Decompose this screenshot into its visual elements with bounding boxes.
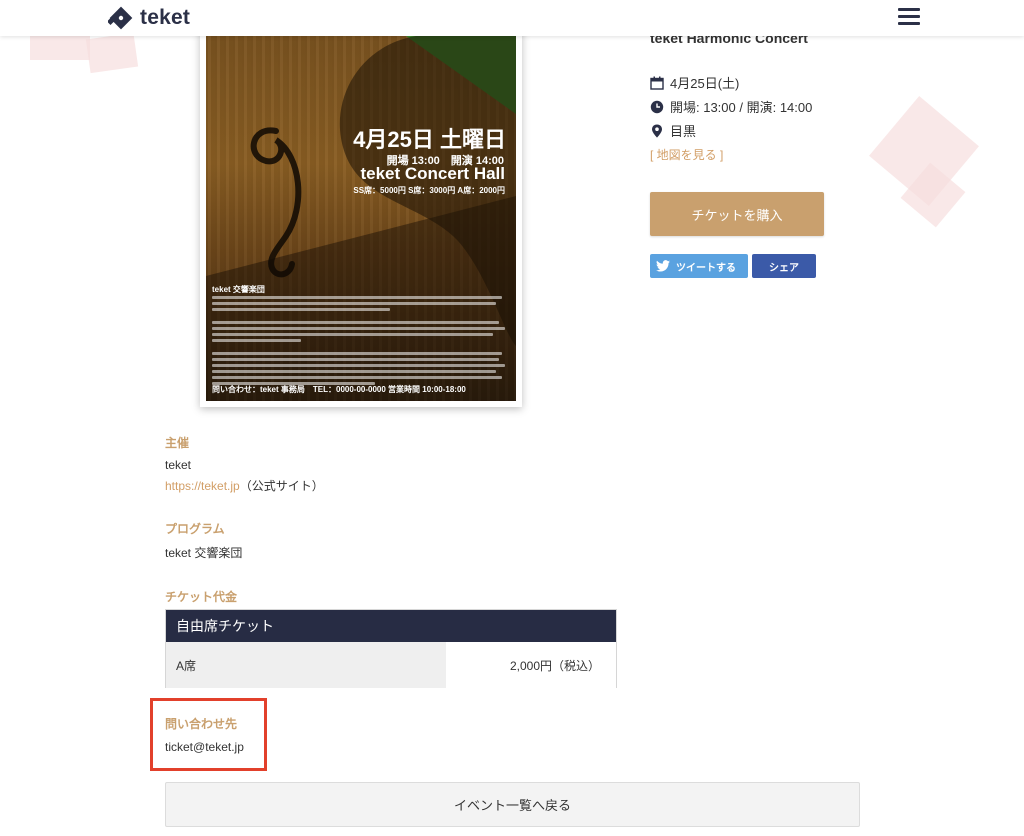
ticket-logo-icon: [106, 5, 134, 31]
event-poster: 4月25日 土曜日 開場 13:00 開演 14:00 teket Concer…: [206, 36, 516, 401]
event-date: 4月25日(土): [670, 76, 740, 91]
site-header: teket: [0, 0, 1024, 36]
calendar-icon: [650, 76, 664, 90]
poster-contact: 問い合わせ：teket 事務局 TEL：0000-00-0000 営業時間 10…: [212, 385, 466, 394]
ticket-seat: A席: [166, 642, 446, 688]
poster-organizer: teket 交響楽団: [212, 285, 265, 294]
event-venue: 目黒: [670, 124, 697, 139]
buy-ticket-button[interactable]: チケットを購入: [650, 192, 824, 236]
site-logo[interactable]: teket: [106, 3, 191, 33]
organizer-url-note: （公式サイト）: [239, 479, 324, 493]
ticket-price: 2,000円（税込）: [446, 642, 616, 688]
poster-date: 4月25日 土曜日: [353, 127, 506, 152]
logo-text: teket: [140, 6, 191, 29]
event-venue-row: 目黒: [650, 121, 696, 140]
organizer-name: teket: [165, 458, 192, 472]
ticket-table: 自由席チケット A席 2,000円（税込）: [165, 609, 617, 688]
hamburger-icon: [898, 8, 920, 11]
program-text: teket 交響楽団: [165, 546, 243, 560]
organizer-url-row: https://teket.jp（公式サイト）: [165, 477, 324, 494]
program-heading: プログラム: [165, 522, 225, 536]
view-map-link[interactable]: [ 地図を見る ]: [650, 146, 723, 163]
table-row: A席 2,000円（税込）: [166, 642, 616, 688]
event-poster-frame: 4月25日 土曜日 開場 13:00 開演 14:00 teket Concer…: [200, 20, 522, 407]
poster-hall: teket Concert Hall: [360, 164, 505, 183]
back-to-events-button[interactable]: イベント一覧へ戻る: [165, 782, 860, 827]
clock-icon: [650, 100, 664, 113]
twitter-bird-icon: [656, 260, 670, 272]
hamburger-menu-button[interactable]: [898, 8, 920, 28]
event-time: 開場: 13:00 / 開演: 14:00: [670, 100, 813, 115]
event-date-row: 4月25日(土): [650, 73, 739, 92]
poster-price: SS席：5000円 S席：3000円 A席：2000円: [353, 186, 505, 195]
organizer-url-link[interactable]: https://teket.jp: [165, 479, 240, 493]
poster-body-text: [212, 296, 508, 388]
ticket-price-heading: チケット代金: [165, 590, 238, 604]
decoration-square: [85, 32, 139, 74]
map-pin-icon: [652, 124, 662, 137]
share-button[interactable]: シェア: [752, 254, 816, 278]
ticket-table-title: 自由席チケット: [166, 610, 616, 642]
organizer-heading: 主催: [165, 436, 190, 450]
tweet-button[interactable]: ツイートする: [650, 254, 748, 278]
contact-highlight-box: [150, 698, 267, 771]
tweet-button-label: ツイートする: [676, 262, 736, 274]
event-time-row: 開場: 13:00 / 開演: 14:00: [650, 97, 812, 116]
